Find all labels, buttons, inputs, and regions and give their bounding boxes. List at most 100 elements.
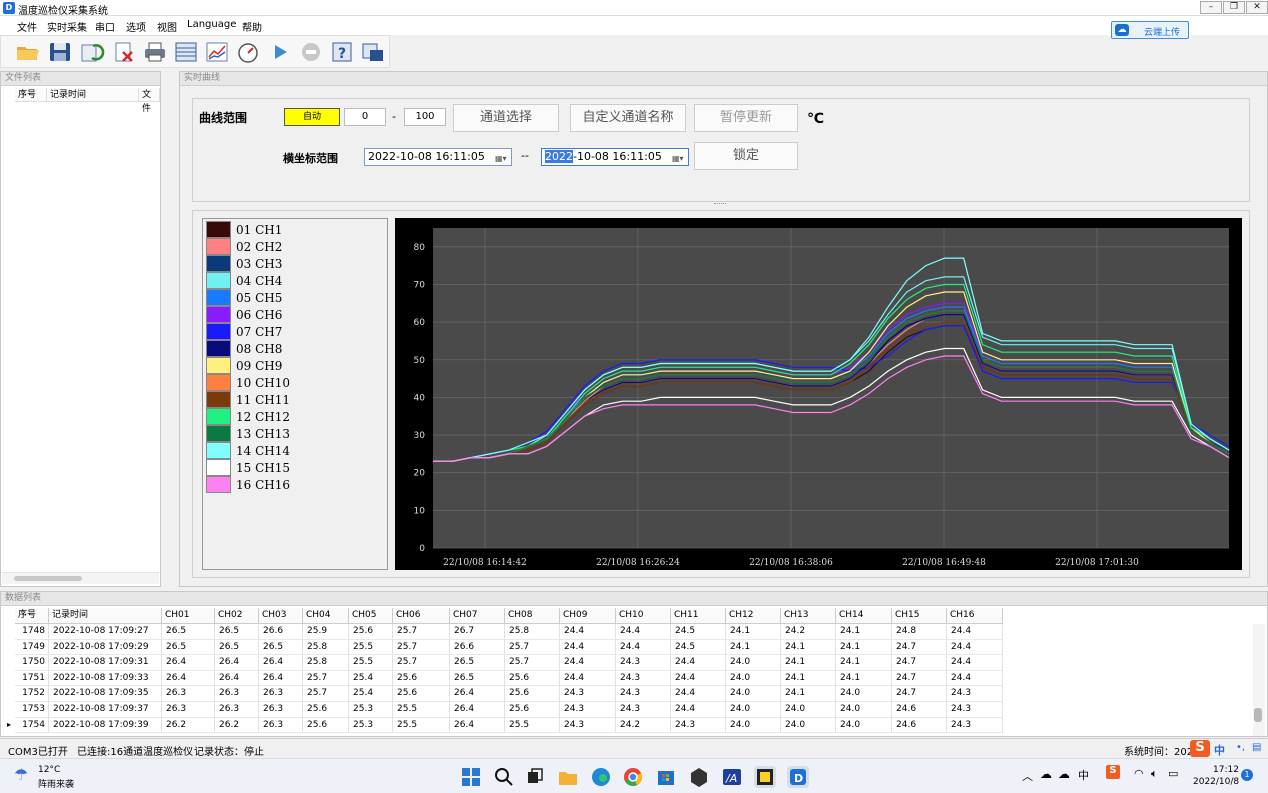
menu-options[interactable]: 选项 xyxy=(126,19,146,34)
play-icon[interactable] xyxy=(267,40,293,64)
onedrive-icon[interactable]: ☁ xyxy=(1040,767,1052,781)
chrome-icon[interactable] xyxy=(622,766,644,788)
column-header[interactable]: CH13 xyxy=(781,608,836,624)
app-cube-icon[interactable] xyxy=(688,766,710,788)
device-settings-icon[interactable] xyxy=(360,40,386,64)
print-icon[interactable] xyxy=(142,40,168,64)
table-row[interactable]: 1751 2022-10-08 17:09:33 26.4 26.4 26.4 25.7 2… xyxy=(3,670,1011,687)
table-row[interactable]: 1748 2022-10-08 17:09:27 26.5 26.5 26.6 25.9 2… xyxy=(3,624,1011,640)
scroll-thumb[interactable] xyxy=(1254,708,1262,722)
help-icon[interactable]: ? xyxy=(329,40,355,64)
y-tick-label: 70 xyxy=(414,280,426,290)
column-header[interactable]: CH05 xyxy=(349,608,393,624)
scroll-thumb[interactable] xyxy=(14,576,82,581)
column-header[interactable]: CH11 xyxy=(671,608,726,624)
delete-file-icon[interactable] xyxy=(111,40,137,64)
table-row[interactable]: 1750 2022-10-08 17:09:31 26.4 26.4 26.4 25.8 2… xyxy=(3,655,1011,671)
end-date-picker[interactable]: 2022-10-08 16:11:05 ▦▾ xyxy=(541,148,689,166)
search-icon[interactable] xyxy=(493,766,515,788)
data-grid-scrollbar[interactable] xyxy=(1253,624,1265,736)
start-menu-icon[interactable] xyxy=(460,766,482,788)
column-header[interactable]: CH02 xyxy=(215,608,259,624)
tray-overflow-icon[interactable]: ︿ xyxy=(1022,768,1033,784)
weather-icon[interactable]: ☂ xyxy=(14,765,28,784)
open-folder-icon[interactable] xyxy=(15,40,41,64)
column-header[interactable]: 序号 xyxy=(15,608,49,624)
column-header[interactable]: CH09 xyxy=(560,608,616,624)
file-col-index[interactable]: 序号 xyxy=(15,88,47,102)
lock-button[interactable]: 锁定 xyxy=(694,142,798,170)
clock-time[interactable]: 17:12 xyxy=(1213,765,1239,775)
minimize-button[interactable]: – xyxy=(1200,1,1222,14)
collector-app-icon[interactable]: D xyxy=(787,766,809,788)
file-col-time[interactable]: 记录时间 xyxy=(47,88,139,102)
column-header[interactable]: 记录时间 xyxy=(49,608,162,624)
table-row[interactable]: 1753 2022-10-08 17:09:37 26.3 26.3 26.3 25.6 2… xyxy=(3,702,1011,718)
save-icon[interactable] xyxy=(47,40,73,64)
ime-keyboard-icon[interactable]: ▤ xyxy=(1252,742,1261,753)
range-min-input[interactable]: 0 xyxy=(344,108,386,126)
start-date-picker[interactable]: 2022-10-08 16:11:05 ▦▾ xyxy=(364,148,512,166)
notification-badge[interactable]: 1 xyxy=(1241,769,1253,781)
cloud-upload-button[interactable]: ☁ 云端上传 xyxy=(1111,21,1189,39)
menu-realtime[interactable]: 实时采集 xyxy=(47,19,87,34)
ime-punct-icon[interactable]: •, xyxy=(1236,742,1245,753)
close-button[interactable]: ✕ xyxy=(1246,1,1268,14)
column-header[interactable]: CH14 xyxy=(836,608,892,624)
wifi-icon[interactable]: ◠ xyxy=(1134,767,1144,780)
menu-view[interactable]: 视图 xyxy=(157,19,177,34)
splitter-handle[interactable] xyxy=(714,203,726,206)
table-row[interactable]: 1749 2022-10-08 17:09:29 26.5 26.5 26.5 25.8 2… xyxy=(3,639,1011,656)
file-explorer-icon[interactable] xyxy=(557,766,579,788)
line-chart-icon[interactable] xyxy=(204,40,230,64)
menu-file[interactable]: 文件 xyxy=(17,19,37,34)
table-row[interactable]: 1752 2022-10-08 17:09:35 26.3 26.3 26.3 25.7 2… xyxy=(3,686,1011,702)
tray-sogou-icon[interactable]: S xyxy=(1106,765,1120,779)
sticky-notes-icon[interactable] xyxy=(754,766,776,788)
app-text-icon[interactable]: /A xyxy=(721,766,743,788)
auto-range-button[interactable]: 自动 xyxy=(284,108,340,126)
battery-icon[interactable]: ▭ xyxy=(1168,767,1178,780)
cloud-sync-icon[interactable]: ☁ xyxy=(1058,767,1070,781)
refresh-data-icon[interactable] xyxy=(79,40,105,64)
column-header[interactable]: CH04 xyxy=(303,608,349,624)
menu-language[interactable]: Language xyxy=(187,19,236,30)
stop-icon[interactable] xyxy=(298,40,324,64)
ime-mode[interactable]: 中 xyxy=(1214,742,1225,758)
column-header[interactable]: CH16 xyxy=(947,608,1003,624)
column-header[interactable]: CH10 xyxy=(616,608,671,624)
store-icon[interactable] xyxy=(655,766,677,788)
sogou-ime-icon[interactable]: S xyxy=(1190,740,1210,757)
menu-serial[interactable]: 串口 xyxy=(95,19,115,34)
column-header[interactable]: CH07 xyxy=(450,608,505,624)
data-table-icon[interactable] xyxy=(173,40,199,64)
menu-help[interactable]: 帮助 xyxy=(242,19,262,34)
task-view-icon[interactable] xyxy=(524,766,546,788)
tray-ime-icon[interactable]: 中 xyxy=(1078,767,1089,783)
maximize-button[interactable]: ❐ xyxy=(1223,1,1245,14)
column-header[interactable]: CH03 xyxy=(259,608,303,624)
table-cell: 1754 xyxy=(15,717,49,734)
table-cell: 26.4 xyxy=(162,670,215,687)
range-max-input[interactable]: 100 xyxy=(404,108,446,126)
column-header[interactable]: CH15 xyxy=(892,608,947,624)
calendar-dropdown-icon[interactable]: ▦▾ xyxy=(495,151,509,163)
column-header[interactable]: CH06 xyxy=(393,608,450,624)
pause-update-button[interactable]: 暂停更新 xyxy=(694,104,798,132)
column-header[interactable]: CH08 xyxy=(505,608,560,624)
file-col-file[interactable]: 文件 xyxy=(139,88,160,114)
weather-desc[interactable]: 阵雨来袭 xyxy=(38,777,74,790)
channel-select-button[interactable]: 通道选择 xyxy=(453,104,559,132)
volume-icon[interactable]: 🔈︎ xyxy=(1151,767,1158,781)
legend-item: 10 CH10 xyxy=(206,374,386,391)
custom-channel-name-button[interactable]: 自定义通道名称 xyxy=(570,104,686,132)
edge-browser-icon[interactable] xyxy=(590,766,612,788)
table-row[interactable]: ▸ 1754 2022-10-08 17:09:39 26.2 26.2 26.3 25.6… xyxy=(3,717,1011,734)
column-header[interactable]: CH12 xyxy=(726,608,781,624)
clock-date[interactable]: 2022/10/8 xyxy=(1193,777,1239,787)
file-list-scrollbar[interactable] xyxy=(2,572,159,584)
gauge-icon[interactable] xyxy=(235,40,261,64)
weather-temp[interactable]: 12°C xyxy=(38,765,60,775)
calendar-dropdown-icon[interactable]: ▦▾ xyxy=(672,151,686,163)
column-header[interactable]: CH01 xyxy=(162,608,215,624)
